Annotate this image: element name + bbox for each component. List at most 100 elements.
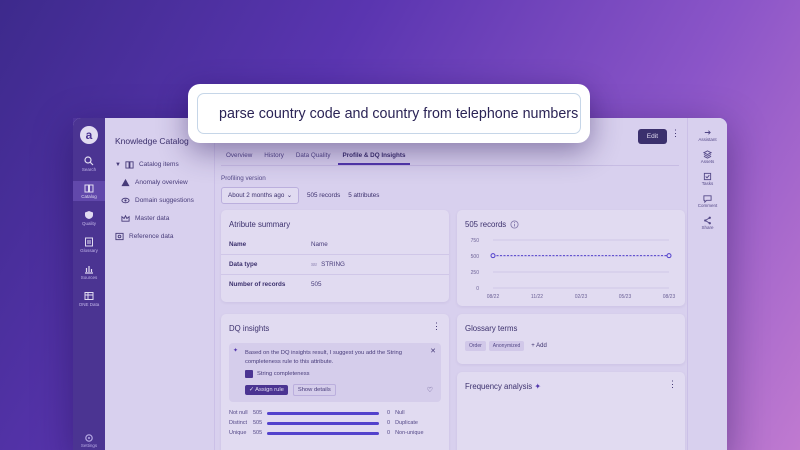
glossary-tags: Order Anonymized + Add xyxy=(457,339,685,353)
bar-right: 0 xyxy=(387,410,391,417)
tab-bar: Overview History Data Quality Profile & … xyxy=(221,152,679,166)
rail-item-tasks[interactable]: Tasks xyxy=(701,172,714,186)
summary-key: Data type xyxy=(229,261,258,268)
comment-icon xyxy=(703,195,712,203)
nav-item-label: Reference data xyxy=(129,233,174,240)
summary-row: Data type Str STRING xyxy=(221,255,449,275)
bookmark-icon[interactable]: ♡ xyxy=(427,386,433,394)
nav-item-reference-data[interactable]: Reference data xyxy=(115,232,204,241)
records-chart-card: 505 records 750 500 250 0 08/22 11/22 02/23 05/… xyxy=(457,210,685,306)
rail-item-share[interactable]: Share xyxy=(701,216,714,230)
rail-item-assistant[interactable]: Assistant xyxy=(698,128,717,142)
more-icon[interactable]: ⋮ xyxy=(432,322,441,333)
ai-actions: ✓ Assign rule Show details ♡ xyxy=(245,384,433,397)
rail-item-assets[interactable]: Assets xyxy=(700,150,715,164)
glossary-card: Glossary terms Order Anonymized + Add xyxy=(457,314,685,364)
more-icon[interactable]: ⋮ xyxy=(668,380,677,391)
rail-label: Search xyxy=(81,167,97,172)
nav-item-domain-suggestions[interactable]: Domain suggestions xyxy=(115,196,204,205)
reference-icon xyxy=(115,232,124,241)
data-point[interactable] xyxy=(666,253,672,259)
tab-profile-dq-insights[interactable]: Profile & DQ Insights xyxy=(337,152,411,165)
data-point[interactable] xyxy=(490,253,496,259)
rail-label: ONE Data xyxy=(78,302,100,307)
tab-overview[interactable]: Overview xyxy=(221,152,257,165)
nav-item-master-data[interactable]: Master data xyxy=(115,214,204,223)
nav-item-label: Catalog items xyxy=(138,161,179,168)
rail-item-sources[interactable]: Sources xyxy=(73,262,105,282)
attributes-count: 5 attributes xyxy=(348,192,380,199)
rail-item-one-data[interactable]: ONE Data xyxy=(73,289,105,309)
nav-item-label: Anomaly overview xyxy=(135,179,188,186)
rule-chip: String completeness xyxy=(245,370,433,379)
dq-bar-row: Not null 505 0 Null xyxy=(229,410,441,416)
assign-rule-button[interactable]: ✓ Assign rule xyxy=(245,385,288,396)
info-icon[interactable] xyxy=(510,220,519,229)
rail-item-comment[interactable]: Comment xyxy=(698,194,717,208)
glossary-title: Glossary terms xyxy=(465,324,518,333)
add-term-button[interactable]: + Add xyxy=(531,343,547,349)
glossary-tag[interactable]: Anonymized xyxy=(488,341,525,351)
bar-left: 505 xyxy=(253,420,263,427)
chart-title: 505 records xyxy=(465,220,507,229)
nav-item-catalog-items[interactable]: ▼ Catalog items xyxy=(115,160,204,169)
summary-value: Str STRING xyxy=(311,261,345,268)
prompt-text: parse country code and country from tele… xyxy=(219,105,579,122)
assistant-icon xyxy=(704,130,711,135)
rail-label: Assistant xyxy=(698,137,717,142)
rail-label: Catalog xyxy=(81,194,97,199)
ai-prompt-input[interactable]: parse country code and country from tele… xyxy=(197,93,581,134)
rail-label: Settings xyxy=(80,443,98,448)
rail-item-settings[interactable]: Settings xyxy=(73,433,105,448)
edit-button[interactable]: Edit xyxy=(637,129,667,144)
assign-label: Assign rule xyxy=(255,387,284,394)
gear-icon xyxy=(85,434,93,442)
bar-label: Distinct xyxy=(229,420,248,427)
eye-icon xyxy=(121,197,130,204)
main-content: Overview History Data Quality Profile & … xyxy=(215,118,685,450)
layers-icon xyxy=(702,150,712,159)
rail-item-quality[interactable]: Quality xyxy=(73,208,105,228)
profiling-version-select[interactable]: About 2 months ago ⌄ xyxy=(221,187,299,204)
rail-item-catalog[interactable]: Catalog xyxy=(73,181,105,201)
nav-item-anomaly[interactable]: Anomaly overview xyxy=(115,178,204,187)
dq-bar-row: Unique 505 0 Non-unique xyxy=(229,430,441,436)
y-tick-label: 0 xyxy=(476,286,479,292)
glossary-tag[interactable]: Order xyxy=(465,341,486,351)
crown-icon xyxy=(121,214,130,222)
records-count: 505 records xyxy=(307,192,341,199)
summary-row: Number of records 505 xyxy=(221,275,449,294)
card-title: Frequency analysis ✦ ⋮ xyxy=(457,372,685,397)
app-window: a Search Catalog Quality Glossary Source… xyxy=(73,118,727,450)
nav-item-label: Domain suggestions xyxy=(135,197,194,204)
type-value: STRING xyxy=(321,261,345,268)
more-options-icon[interactable]: ⋮ xyxy=(671,128,680,138)
card-title: Atribute summary xyxy=(229,220,291,229)
y-tick-label: 500 xyxy=(471,254,480,260)
close-icon[interactable]: ✕ xyxy=(430,347,436,355)
rail-item-search[interactable]: Search xyxy=(73,154,105,174)
rail-item-glossary[interactable]: Glossary xyxy=(73,235,105,255)
ai-message: Based on the DQ insights result, I sugge… xyxy=(245,350,402,365)
ai-prompt-bar[interactable]: parse country code and country from tele… xyxy=(188,84,590,143)
x-tick-label: 11/22 xyxy=(531,294,543,300)
frequency-title-wrap: Frequency analysis ✦ xyxy=(465,382,541,391)
tab-history[interactable]: History xyxy=(259,152,289,165)
type-prefix: Str xyxy=(311,263,318,268)
bar-left: 505 xyxy=(253,410,263,417)
summary-key: Number of records xyxy=(229,281,286,288)
table-icon xyxy=(84,292,94,300)
rail-label: Assets xyxy=(700,159,715,164)
glossary-icon xyxy=(85,237,93,247)
bar-right-label: Duplicate xyxy=(395,420,418,427)
app-logo[interactable]: a xyxy=(80,126,98,144)
profiling-row: About 2 months ago ⌄ 505 records 5 attri… xyxy=(221,187,679,204)
rail-label: Tasks xyxy=(701,181,714,186)
share-icon xyxy=(704,216,711,225)
dq-bar-row: Distinct 505 0 Duplicate xyxy=(229,420,441,426)
summary-value: Name xyxy=(311,241,328,248)
tab-data-quality[interactable]: Data Quality xyxy=(291,152,336,165)
bar-label: Not null xyxy=(229,410,248,417)
show-details-button[interactable]: Show details xyxy=(292,384,336,397)
chevron-down-icon[interactable]: ▼ xyxy=(115,162,121,168)
